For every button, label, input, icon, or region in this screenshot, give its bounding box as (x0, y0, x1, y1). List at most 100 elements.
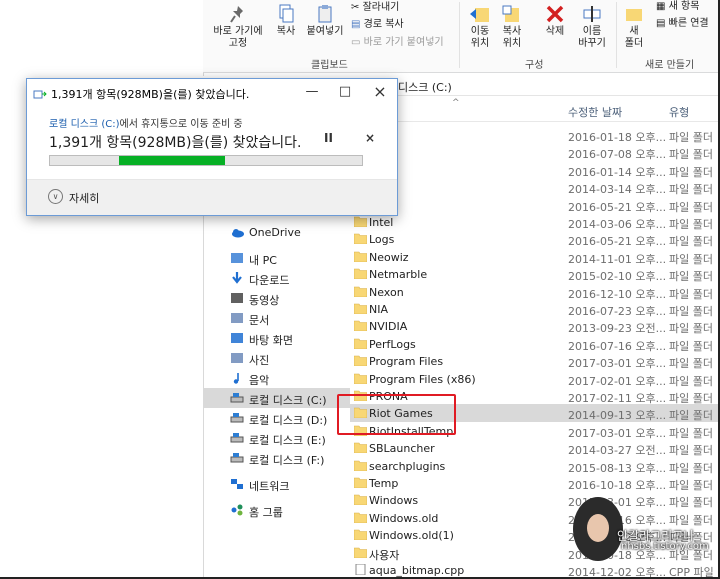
file-row[interactable]: RiotInstallTemp 2017-03-01 오후... 파일 폴더 (350, 422, 720, 440)
shortcut-icon: ▭ (351, 37, 361, 48)
nav-item[interactable]: 바탕 화면 (203, 328, 350, 348)
paste-label: 붙여넣기 (306, 26, 344, 37)
ribbon-toolbar: 바로 가기에 고정 복사 붙여넣기 ✂ 잘라내기 ▤ 경로 복사 ▭ 바로 가기… (203, 0, 720, 73)
nav-item[interactable]: 음악 (203, 368, 350, 388)
nav-item[interactable]: 로컬 디스크 (E:) (203, 428, 350, 448)
file-name: Nexon (369, 285, 404, 299)
nav-item[interactable]: 로컬 디스크 (F:) (203, 448, 350, 468)
file-row[interactable]: Program Files 2017-03-01 오후... 파일 폴더 (350, 352, 720, 370)
ribbon-separator (616, 2, 617, 68)
nav-item[interactable]: 홈 그룹 (203, 500, 350, 520)
cancel-button[interactable]: × (365, 131, 375, 145)
new-group-label: 새로 만들기 (645, 60, 695, 71)
document-icon (230, 311, 244, 325)
file-row[interactable]: searchplugins 2015-08-13 오후... 파일 폴더 (350, 457, 720, 475)
file-row[interactable]: Logs 2016-05-21 오후... 파일 폴더 (350, 230, 720, 248)
rename-button[interactable]: 이름 바꾸기 (574, 4, 610, 50)
delete-label: 삭제 (545, 26, 565, 37)
file-row[interactable]: Netmarble 2015-02-10 오후... 파일 폴더 (350, 265, 720, 283)
file-row[interactable]: Temp 2016-10-18 오후... 파일 폴더 (350, 474, 720, 492)
nav-item[interactable]: 로컬 디스크 (C:) (203, 388, 350, 408)
easy-access-button[interactable]: ▤ 빠른 연결 (656, 14, 709, 29)
nav-item[interactable]: 내 PC (203, 248, 350, 268)
dialog-footer: ∨ 자세히 (27, 180, 397, 215)
watermark: 안칼라그리고나 nhsbs.tistory.com (573, 497, 713, 567)
path-icon: ▤ (351, 19, 361, 30)
drive-icon (230, 411, 244, 425)
file-name: Riot Games (369, 407, 433, 421)
maximize-button[interactable]: □ (330, 83, 360, 101)
file-name: SBLauncher (369, 442, 435, 456)
scissors-icon: ✂ (351, 2, 360, 13)
copy-path-button[interactable]: ▤ 경로 복사 (351, 15, 404, 30)
new-folder-label: 새 폴더 (624, 26, 644, 49)
folder-icon (353, 442, 368, 454)
file-row[interactable]: 2014-03-14 오후... 파일 폴더 (350, 178, 720, 196)
watermark-url: nhsbs.tistory.com (621, 541, 709, 552)
nav-item-label: 로컬 디스크 (F:) (249, 454, 325, 467)
file-row[interactable]: Intel 2014-03-06 오후... 파일 폴더 (350, 213, 720, 231)
move-to-label: 이동 위치 (470, 26, 490, 49)
file-row[interactable]: Program Files (x86) 2017-02-01 오후... 파일 폴더 (350, 370, 720, 388)
file-name: PerfLogs (369, 337, 416, 351)
file-name: Windows.old (369, 511, 439, 525)
new-folder-button[interactable]: 새 폴더 (621, 4, 647, 50)
column-header-type[interactable]: 유형 (669, 104, 689, 120)
delete-button[interactable]: 삭제 (540, 4, 570, 38)
nav-item-label: 바탕 화면 (249, 334, 293, 347)
file-row[interactable]: PerfLogs 2016-07-16 오후... 파일 폴더 (350, 335, 720, 353)
nav-item[interactable]: OneDrive (203, 222, 350, 242)
file-name: Intel (369, 216, 394, 229)
nav-item[interactable]: 다운로드 (203, 268, 350, 288)
copy-label: 복사 (276, 26, 296, 37)
cut-button[interactable]: ✂ 잘라내기 (351, 0, 399, 13)
file-row[interactable]: SBLauncher 2014-03-27 오전... 파일 폴더 (350, 439, 720, 457)
copy-to-button[interactable]: 복사 위치 (497, 4, 527, 50)
copy-icon (279, 4, 294, 23)
pin-icon (230, 6, 243, 23)
file-name: searchplugins (369, 459, 446, 473)
file-row[interactable]: 2016-01-14 오후... 파일 폴더 (350, 161, 720, 179)
nav-item-label: 로컬 디스크 (D:) (249, 414, 328, 427)
folder-icon (353, 494, 368, 506)
nav-item-label: 사진 (249, 354, 270, 367)
copy-to-label: 복사 위치 (502, 26, 522, 49)
file-row[interactable]: NVIDIA 2013-09-23 오전... 파일 폴더 (350, 317, 720, 335)
dialog-subtitle-rest: 에서 휴지통으로 이동 준비 중 (119, 119, 243, 130)
source-drive-link[interactable]: 로컬 디스크 (C:) (49, 119, 120, 130)
rename-label: 이름 바꾸기 (578, 26, 606, 49)
move-to-button[interactable]: 이동 위치 (465, 4, 495, 50)
ribbon-separator (459, 2, 460, 68)
file-row[interactable]: Nexon 2016-12-10 오후... 파일 폴더 (350, 283, 720, 301)
file-name: PRONA (369, 390, 408, 403)
file-name: aqua_bitmap.cpp (369, 564, 465, 577)
nav-item[interactable]: 로컬 디스크 (D:) (203, 408, 350, 428)
column-header-modified[interactable]: 수정한 날짜 (568, 104, 622, 120)
paste-button[interactable]: 붙여넣기 (303, 4, 347, 38)
pause-button[interactable]: II (324, 131, 333, 145)
file-row[interactable]: NIA 2016-07-23 오후... 파일 폴더 (350, 300, 720, 318)
nav-item[interactable]: 문서 (203, 308, 350, 328)
folder-icon (353, 338, 368, 350)
file-row[interactable]: oad2016-07-08 오후...파일 폴더 (350, 143, 720, 161)
new-item-button[interactable]: ▦ 새 항목 (656, 0, 699, 12)
file-row[interactable]: Neowiz 2014-11-01 오후... 파일 폴더 (350, 248, 720, 266)
folder-icon (353, 425, 368, 437)
file-name: Windows.old(1) (369, 529, 454, 543)
drive-icon (230, 451, 244, 465)
homegroup-icon (230, 503, 244, 517)
nav-item[interactable]: 사진 (203, 348, 350, 368)
file-row[interactable]: p2016-05-21 오후...파일 폴더 (350, 196, 720, 214)
nav-item[interactable]: 동영상 (203, 288, 350, 308)
music-icon (230, 371, 244, 385)
pin-quick-access-button[interactable]: 바로 가기에 고정 (209, 4, 267, 50)
close-button[interactable]: × (365, 83, 395, 101)
copy-button[interactable]: 복사 (271, 4, 301, 38)
minimize-button[interactable]: — (297, 83, 327, 101)
file-row[interactable]: eset2016-01-18 오후...파일 폴더 (350, 126, 720, 144)
file-row[interactable]: Riot Games 2014-09-13 오후... 파일 폴더 (350, 404, 720, 422)
file-row[interactable]: PRONA 2017-02-11 오후... 파일 폴더 (350, 387, 720, 405)
nav-item[interactable]: 네트워크 (203, 474, 350, 494)
folder-icon (353, 251, 368, 263)
paste-shortcut-button[interactable]: ▭ 바로 가기 붙여넣기 (351, 33, 444, 48)
